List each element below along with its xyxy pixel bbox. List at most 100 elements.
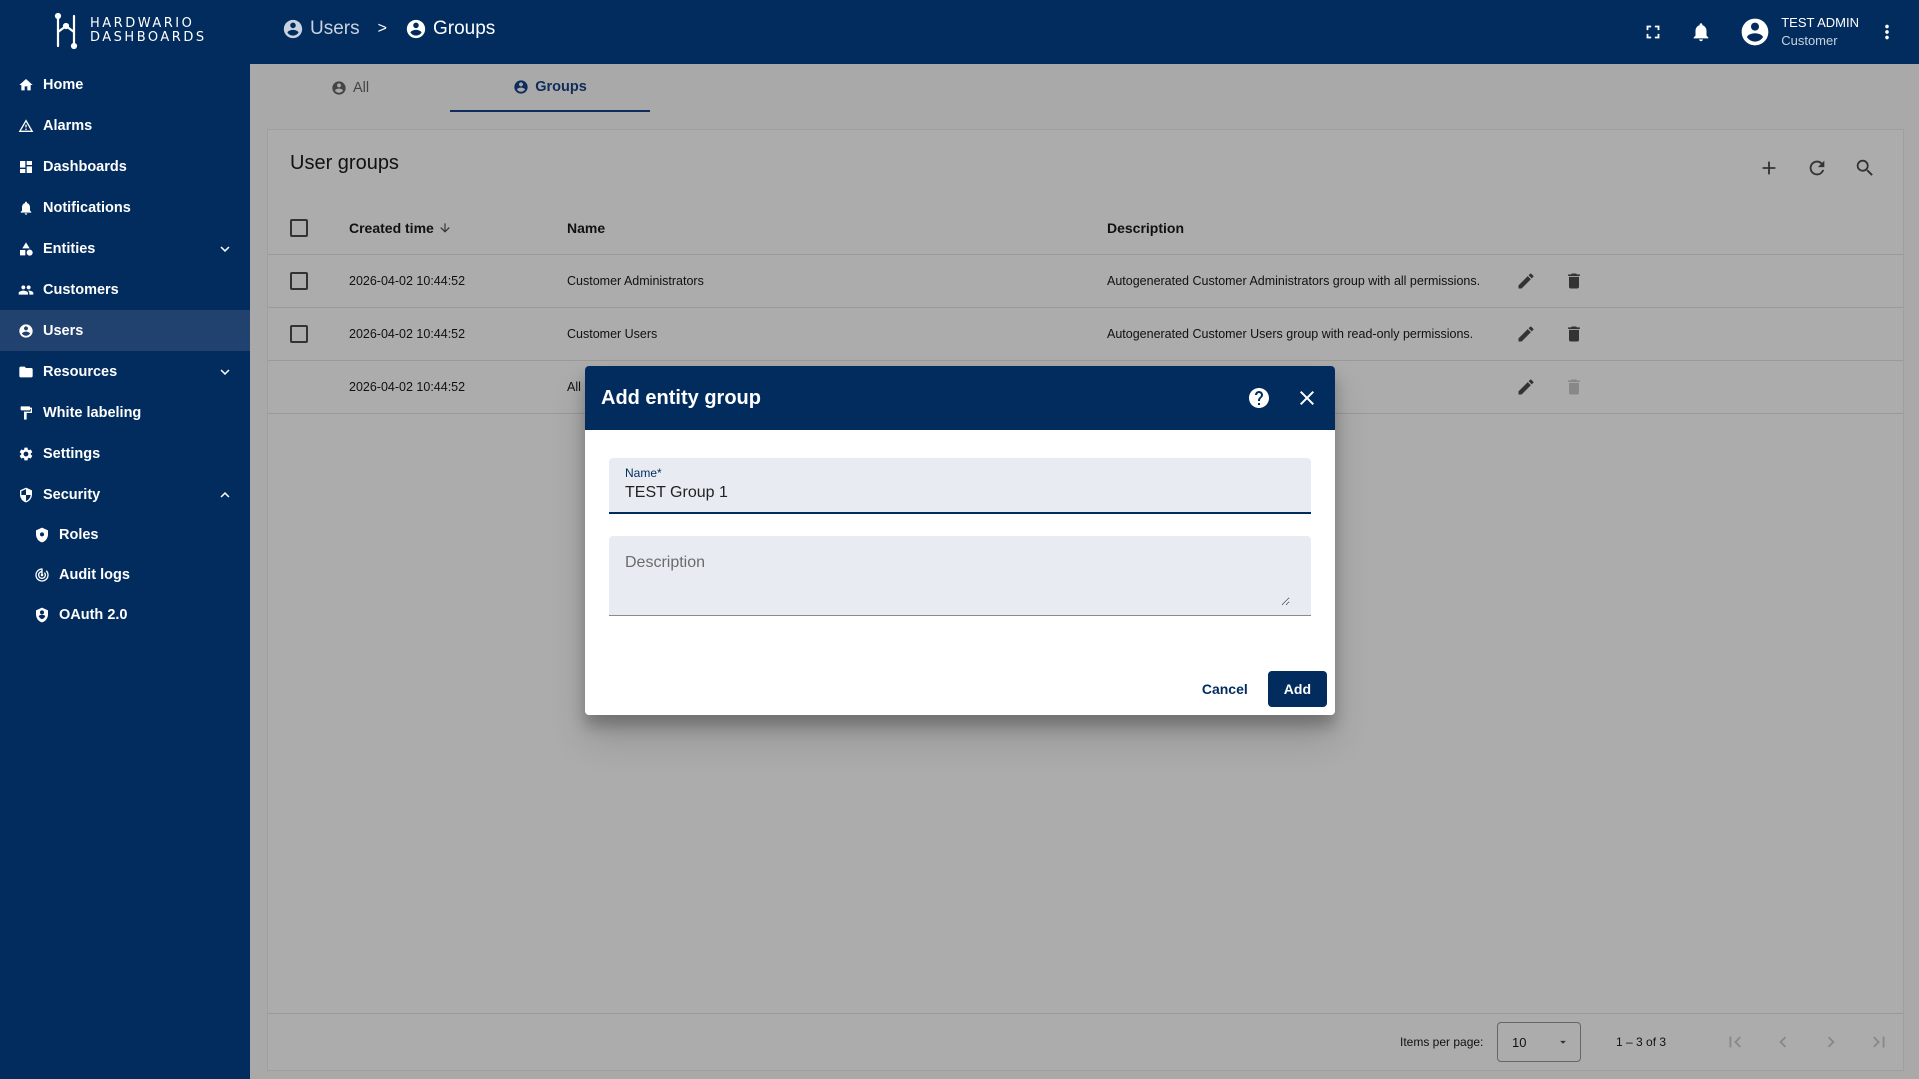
sidebar-item-label: Alarms — [43, 117, 93, 134]
plus-icon — [1762, 161, 1776, 175]
tab-label: Groups — [535, 79, 587, 95]
description-field — [609, 536, 1311, 616]
user-role: Customer — [1781, 33, 1838, 48]
edit-button[interactable] — [1516, 361, 1536, 413]
cancel-button[interactable]: Cancel — [1190, 671, 1260, 707]
dialog-actions: Cancel Add — [1190, 671, 1327, 707]
user-name: TEST ADMIN — [1781, 15, 1859, 30]
shield-gear-icon — [33, 526, 51, 544]
sidebar-item-dashboards[interactable]: Dashboards — [0, 146, 250, 187]
header-name[interactable]: Name — [567, 202, 605, 254]
trash-icon — [1568, 326, 1580, 342]
description-input[interactable] — [625, 554, 1290, 606]
sidebar-item-users[interactable]: Users — [0, 310, 250, 351]
warning-icon — [17, 117, 35, 135]
top-bar: HARDWARIO DASHBOARDS Users > Groups TEST… — [0, 0, 1919, 64]
name-field: Name* — [609, 458, 1311, 514]
notification-icon — [17, 199, 35, 217]
folder-icon — [17, 363, 35, 381]
account-circle-icon — [406, 19, 426, 39]
page-size-select[interactable]: 10 — [1497, 1022, 1581, 1062]
sidebar-item-label: Resources — [43, 363, 118, 380]
user-info: TEST ADMIN Customer — [1781, 14, 1859, 50]
delete-button[interactable] — [1564, 255, 1584, 307]
avatar-icon — [1741, 18, 1769, 46]
sidebar-item-security[interactable]: Security — [0, 474, 250, 515]
shapes-icon — [17, 240, 35, 258]
chevron-down-icon — [220, 246, 230, 252]
sidebar-item-entities[interactable]: Entities — [0, 228, 250, 269]
header-description[interactable]: Description — [1107, 202, 1184, 254]
sidebar-item-customers[interactable]: Customers — [0, 269, 250, 310]
trash-icon — [1568, 379, 1580, 395]
header-label: Description — [1107, 220, 1185, 236]
user-menu[interactable]: TEST ADMIN Customer — [1739, 14, 1859, 50]
pencil-icon — [1518, 273, 1534, 289]
select-all-checkbox[interactable] — [290, 202, 308, 254]
notifications-button[interactable] — [1681, 12, 1721, 52]
tab-groups[interactable]: Groups — [450, 64, 650, 112]
cell-name: Customer Administrators — [567, 274, 704, 288]
edit-button[interactable] — [1516, 308, 1536, 360]
add-button[interactable] — [1749, 148, 1789, 188]
name-input[interactable] — [625, 484, 1285, 502]
header-created-time[interactable]: Created time — [349, 202, 452, 254]
security-account-icon — [33, 606, 51, 624]
sidebar-item-roles[interactable]: Roles — [0, 515, 250, 555]
more-vert-icon — [1885, 24, 1889, 40]
logo-text: HARDWARIO DASHBOARDS — [90, 17, 207, 45]
top-right-actions: TEST ADMIN Customer — [1633, 0, 1919, 64]
next-page-button[interactable] — [1820, 1014, 1842, 1070]
row-checkbox[interactable] — [290, 308, 308, 360]
previous-page-button[interactable] — [1772, 1014, 1794, 1070]
logo[interactable]: HARDWARIO DASHBOARDS — [52, 12, 207, 50]
table-row[interactable]: 2026-04-02 10:44:52 Customer Administrat… — [268, 255, 1903, 308]
cell-name: Customer Users — [567, 327, 658, 341]
row-checkbox[interactable] — [290, 255, 308, 307]
sidebar-item-white-labeling[interactable]: White labeling — [0, 392, 250, 433]
track-changes-icon — [33, 566, 51, 584]
table-row[interactable]: 2026-04-02 10:44:52 Customer Users Autog… — [268, 308, 1903, 361]
tab-all[interactable]: All — [280, 64, 420, 112]
sidebar-item-label: Roles — [59, 527, 99, 543]
checkbox-box — [290, 325, 308, 343]
checkbox-box — [290, 272, 308, 290]
cell-description: Autogenerated Customer Administrators gr… — [1107, 274, 1481, 288]
close-button[interactable] — [1287, 378, 1327, 418]
people-icon — [17, 281, 35, 299]
sidebar-item-label: Notifications — [43, 199, 131, 216]
table-header: Created time Name Description — [268, 202, 1903, 255]
shield-icon — [17, 486, 35, 504]
page-range: 1 – 3 of 3 — [1616, 1035, 1667, 1049]
fullscreen-button[interactable] — [1633, 12, 1673, 52]
breadcrumb-users[interactable]: Users — [282, 18, 360, 40]
add-entity-group-dialog: Add entity group Name* Cancel Add — [585, 366, 1335, 715]
cell-created: 2026-04-02 10:44:52 — [349, 327, 466, 341]
search-button[interactable] — [1845, 148, 1885, 188]
home-icon — [17, 76, 35, 94]
sidebar-item-resources[interactable]: Resources — [0, 351, 250, 392]
refresh-button[interactable] — [1797, 148, 1837, 188]
chevron-left-icon — [1779, 1036, 1787, 1048]
sidebar-item-label: Entities — [43, 240, 96, 257]
help-button[interactable] — [1239, 378, 1279, 418]
account-circle-icon — [514, 80, 528, 94]
sidebar-item-notifications[interactable]: Notifications — [0, 187, 250, 228]
edit-button[interactable] — [1516, 255, 1536, 307]
account-circle-icon — [332, 81, 346, 95]
sidebar-item-label: Settings — [43, 445, 101, 462]
sidebar-item-alarms[interactable]: Alarms — [0, 105, 250, 146]
sidebar-item-settings[interactable]: Settings — [0, 433, 250, 474]
sidebar-item-home[interactable]: Home — [0, 64, 250, 105]
more-menu-button[interactable] — [1867, 12, 1907, 52]
breadcrumb-separator: > — [377, 20, 387, 37]
first-page-button[interactable] — [1724, 1014, 1746, 1070]
sidebar-item-audit-logs[interactable]: Audit logs — [0, 555, 250, 595]
delete-button[interactable] — [1564, 308, 1584, 360]
last-page-button[interactable] — [1868, 1014, 1890, 1070]
sidebar-item-oauth[interactable]: OAuth 2.0 — [0, 595, 250, 635]
cell-description: Autogenerated Customer Users group with … — [1107, 327, 1474, 341]
name-field-label: Name* — [625, 466, 662, 480]
refresh-icon — [1809, 160, 1825, 176]
add-button[interactable]: Add — [1267, 671, 1327, 707]
